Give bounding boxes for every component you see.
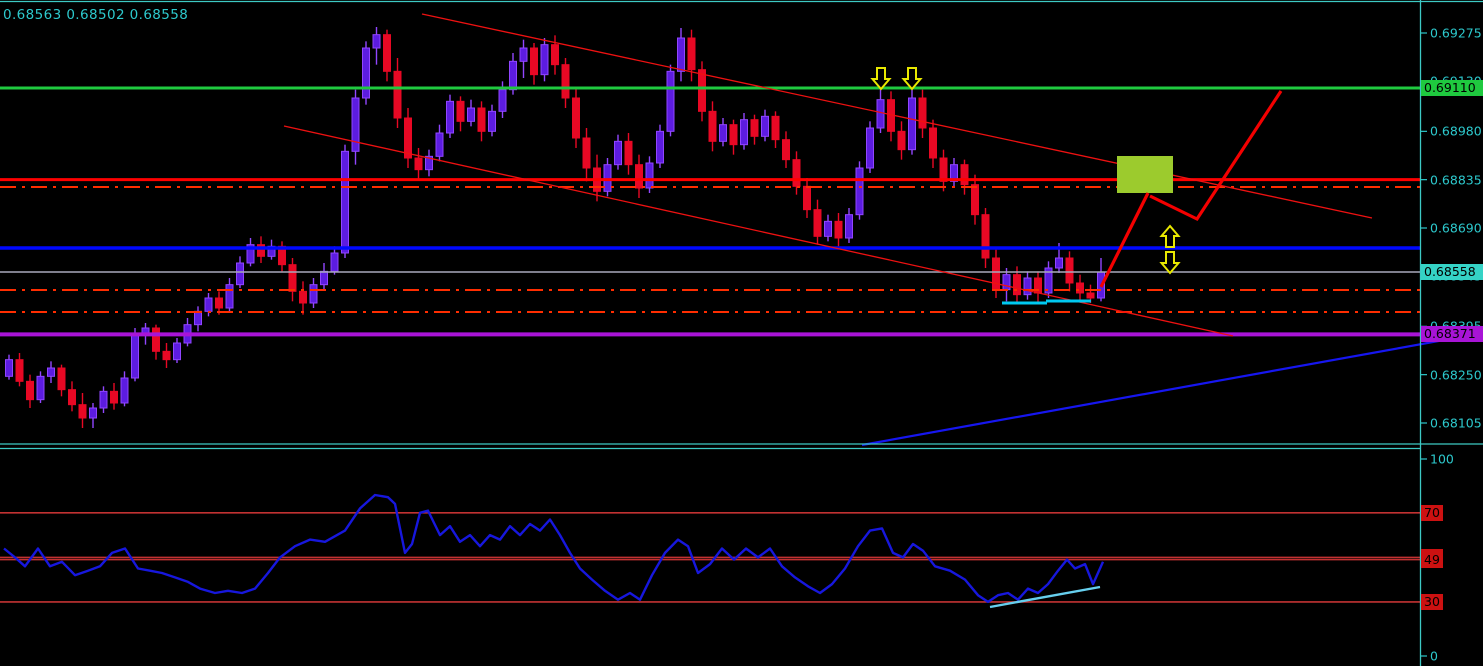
rsi-level-marker: 30 <box>1421 593 1443 610</box>
chart-window: 0.692750.691300.689800.688350.686900.685… <box>0 0 1483 666</box>
rsi-level-marker: 70 <box>1421 504 1443 521</box>
price-axis: 0.692750.691300.689800.688350.686900.685… <box>0 0 1483 666</box>
price-tick-label: 0.68250 <box>1430 367 1482 383</box>
price-tick-label: 0.69275 <box>1430 25 1482 41</box>
price-tick-label: 0.68980 <box>1430 123 1482 139</box>
indicator-tick-label: 100 <box>1430 451 1454 467</box>
rsi-level-marker: 49 <box>1421 551 1443 568</box>
price-tick-label: 0.68105 <box>1430 415 1482 431</box>
price-level-marker: 0.68371 <box>1421 326 1483 343</box>
price-level-marker: 0.69110 <box>1421 80 1483 96</box>
quote-header: 0.68563 0.68502 0.68558 <box>3 7 189 23</box>
price-tick-label: 0.68690 <box>1430 220 1482 236</box>
price-level-marker: 0.68558 <box>1421 264 1483 280</box>
indicator-tick-label: 0 <box>1430 648 1438 664</box>
price-tick-label: 0.68835 <box>1430 172 1482 188</box>
